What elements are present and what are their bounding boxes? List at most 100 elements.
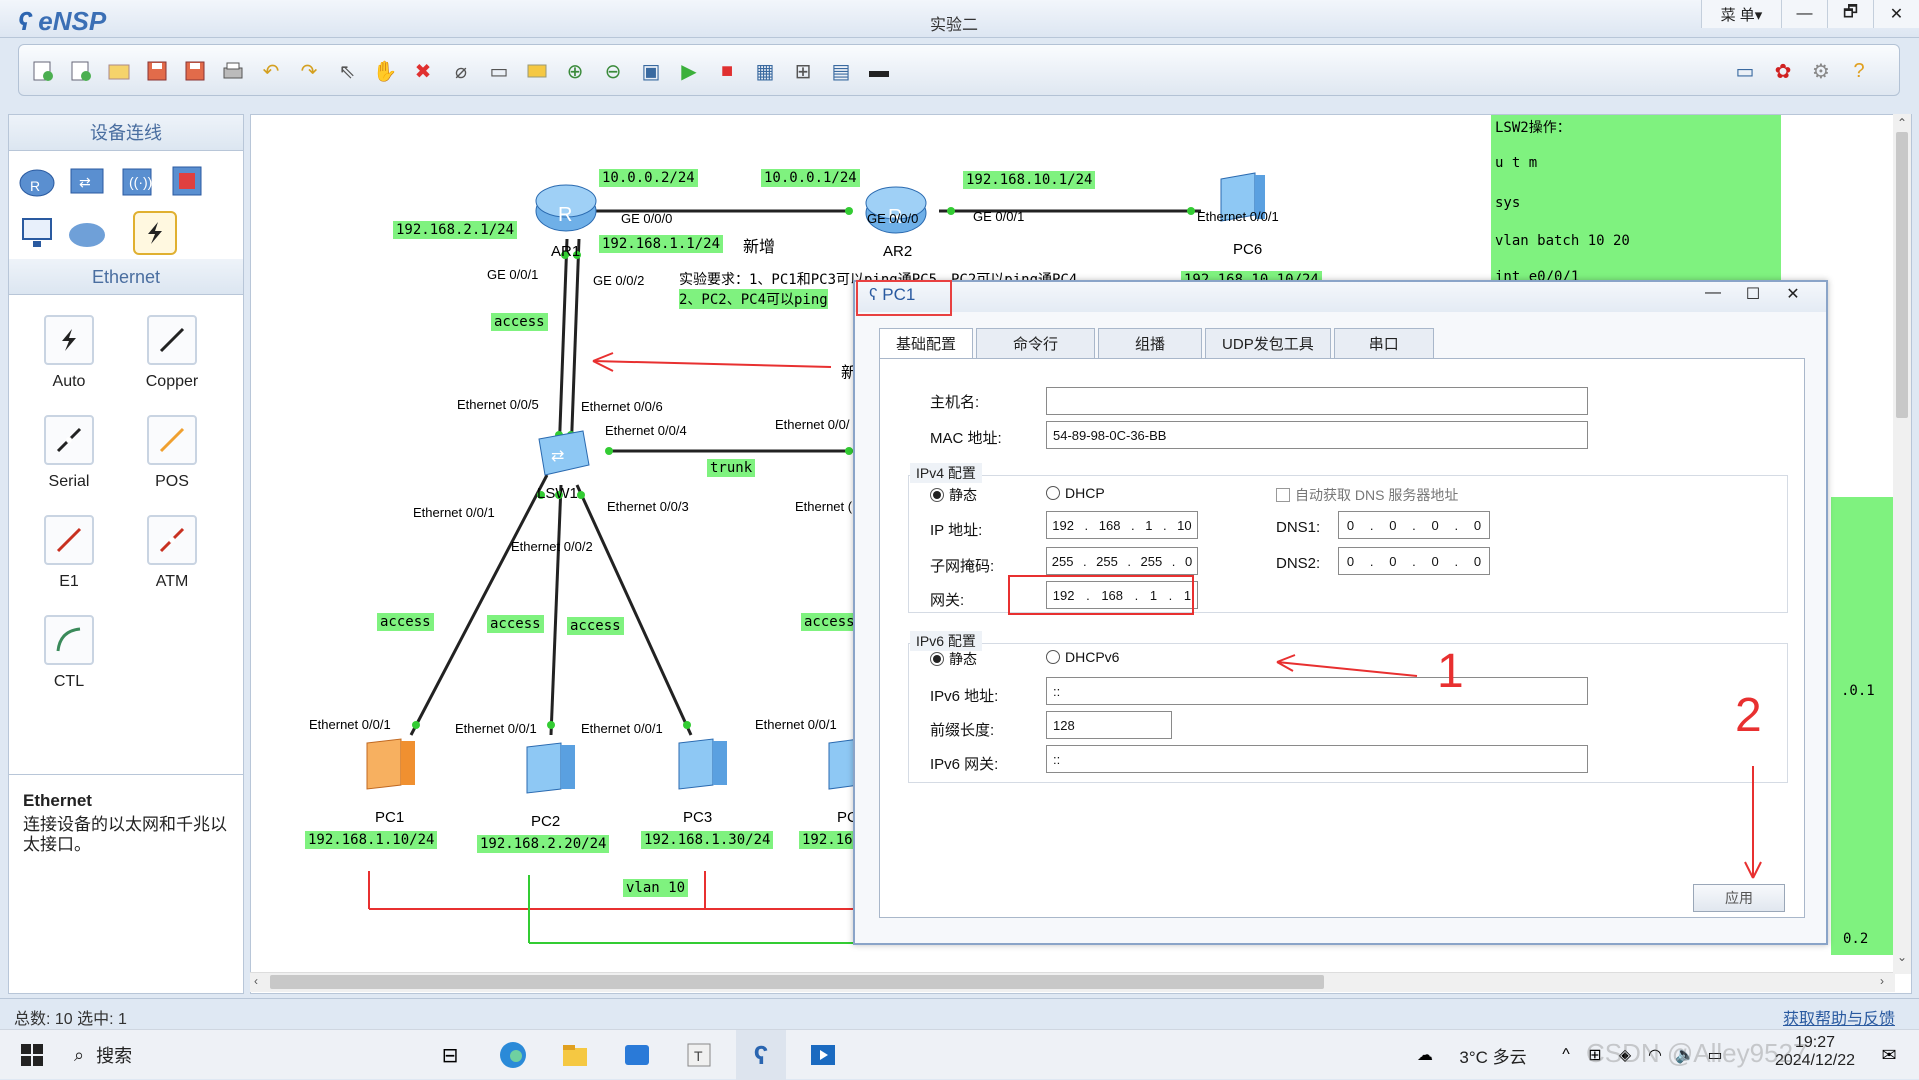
message-icon[interactable]: ▭ xyxy=(1731,57,1759,85)
restore-button[interactable]: 🗗 xyxy=(1827,0,1873,28)
palette-icon[interactable] xyxy=(523,57,551,85)
text-icon[interactable]: ▭ xyxy=(485,57,513,85)
router-category-icon[interactable]: R xyxy=(15,159,59,203)
tray-chevron-icon[interactable]: ^ xyxy=(1556,1030,1576,1080)
firewall-category-icon[interactable] xyxy=(165,159,209,203)
select-pointer-icon[interactable]: ⇖ xyxy=(333,57,361,85)
start-icon[interactable]: ▶ xyxy=(675,57,703,85)
cable-label: Auto xyxy=(52,373,86,390)
ctl-cable-icon xyxy=(44,615,94,665)
close-button[interactable]: ✕ xyxy=(1873,0,1919,28)
menu-button[interactable]: 菜 单▾ xyxy=(1701,0,1781,28)
pc1-node[interactable] xyxy=(357,735,427,804)
console-icon[interactable]: ▬ xyxy=(865,57,893,85)
mode-label: trunk xyxy=(707,459,756,477)
ip-label: 10.0.0.1/24 xyxy=(761,169,860,187)
scroll-down-icon[interactable]: ⌄ xyxy=(1897,950,1907,964)
port-label: Ethernet 0/0/5 xyxy=(457,397,539,412)
cable-copper[interactable]: Copper xyxy=(122,315,222,391)
pc-category-icon[interactable] xyxy=(15,211,59,255)
copper-cable-icon xyxy=(147,315,197,365)
horizontal-scroll-thumb[interactable] xyxy=(270,975,1324,989)
pc1-label: PC1 xyxy=(375,809,405,826)
port-label: GE 0/0/2 xyxy=(593,273,645,288)
open-icon[interactable] xyxy=(105,57,133,85)
router-ar2[interactable]: R xyxy=(861,173,931,244)
settings-icon[interactable]: ⚙ xyxy=(1807,57,1835,85)
atm-cable-icon xyxy=(147,515,197,565)
switch-lsw1[interactable]: ⇄ xyxy=(533,425,593,486)
window-controls: 菜 单▾ — 🗗 ✕ xyxy=(1701,0,1919,30)
cable-ctl[interactable]: CTL xyxy=(19,615,119,691)
port-label: Ethernet ( xyxy=(795,499,853,514)
minimize-button[interactable]: — xyxy=(1781,0,1827,28)
grid-icon[interactable]: ▤ xyxy=(827,57,855,85)
stop-icon[interactable]: ■ xyxy=(713,57,741,85)
new-note: 新增 xyxy=(743,237,776,256)
print-icon[interactable] xyxy=(219,57,247,85)
router-ar1[interactable]: R xyxy=(531,171,601,242)
capture-icon[interactable]: ▦ xyxy=(751,57,779,85)
port-label: GE 0/0/0 xyxy=(867,211,919,226)
zoom-in-icon[interactable]: ⊕ xyxy=(561,57,589,85)
pc6-node[interactable] xyxy=(1211,169,1271,234)
new-example-icon[interactable] xyxy=(67,57,95,85)
help-feedback-link[interactable]: 获取帮助与反馈 xyxy=(1783,1005,1895,1029)
port-label: Ethernet 0/0/1 xyxy=(455,721,537,736)
router-icon: R xyxy=(535,184,597,232)
save-as-icon[interactable] xyxy=(181,57,209,85)
windows-start-icon[interactable] xyxy=(12,1030,52,1080)
cable-label: Copper xyxy=(145,373,199,390)
cloud-category-icon[interactable] xyxy=(65,211,109,255)
task-view-icon[interactable]: ⊟ xyxy=(430,1030,470,1080)
switch-category-icon[interactable]: ⇄ xyxy=(65,159,109,203)
help-icon[interactable]: ? xyxy=(1845,57,1873,85)
pc-icon xyxy=(526,742,575,794)
vertical-scroll-thumb[interactable] xyxy=(1896,132,1908,418)
pc2-node[interactable] xyxy=(517,739,587,808)
taskbar-search[interactable]: ⌕ 搜索 xyxy=(62,1034,418,1076)
scroll-up-icon[interactable]: ⌃ xyxy=(1897,116,1907,130)
zoom-out-icon[interactable]: ⊖ xyxy=(599,57,627,85)
weather-text[interactable]: 3°C 多云 xyxy=(1448,1030,1538,1080)
save-icon[interactable] xyxy=(143,57,171,85)
taskbar: ⌕ 搜索 ⊟ T ʕ ☁ 3°C 多云 ^ ⊞ ◈ ◠ 🔈 ▭ 19:27 202… xyxy=(0,1029,1919,1080)
annotation-arrows xyxy=(1276,654,1762,879)
ensp-taskbar-icon[interactable]: ʕ xyxy=(736,1030,786,1080)
scroll-left-icon[interactable]: ‹ xyxy=(254,974,258,988)
connection-category-icon[interactable] xyxy=(133,211,177,255)
delete-icon[interactable]: ✖ xyxy=(409,57,437,85)
cable-e1[interactable]: E1 xyxy=(19,515,119,591)
wlan-category-icon[interactable]: ((·)) xyxy=(115,159,159,203)
cable-auto[interactable]: Auto xyxy=(19,315,119,391)
fit-icon[interactable]: ▣ xyxy=(637,57,665,85)
photos-app-icon[interactable] xyxy=(614,1030,660,1080)
note-fragment: 0.2 xyxy=(1843,931,1869,947)
description-text: 连接设备的以太网和千兆以太接口。 xyxy=(23,815,227,854)
redo-icon[interactable]: ↷ xyxy=(295,57,323,85)
text-app-icon[interactable]: T xyxy=(676,1030,722,1080)
delete-link-icon[interactable]: ⌀ xyxy=(447,57,475,85)
port-label: GE 0/0/1 xyxy=(487,267,539,282)
file-explorer-icon[interactable] xyxy=(552,1030,598,1080)
port-label: Ethernet 0/0/1 xyxy=(1197,209,1279,224)
undo-icon[interactable]: ↶ xyxy=(257,57,285,85)
video-app-icon[interactable] xyxy=(800,1030,846,1080)
cable-label: CTL xyxy=(53,673,85,690)
pc2-label: PC2 xyxy=(531,813,561,830)
cable-serial[interactable]: Serial xyxy=(19,415,119,491)
pc3-node[interactable] xyxy=(669,735,739,804)
notification-icon[interactable]: ✉ xyxy=(1872,1030,1906,1080)
cable-label: ATM xyxy=(155,573,189,590)
scroll-right-icon[interactable]: › xyxy=(1880,974,1884,988)
note-line: u t m xyxy=(1495,155,1538,171)
edge-browser-icon[interactable] xyxy=(490,1030,536,1080)
topology-icon[interactable]: ⊞ xyxy=(789,57,817,85)
note-line: vlan batch 10 20 xyxy=(1495,233,1630,249)
cable-pos[interactable]: POS xyxy=(122,415,222,491)
huawei-icon[interactable]: ✿ xyxy=(1769,57,1797,85)
ip-label: 192.168.1.30/24 xyxy=(641,831,774,849)
new-topology-icon[interactable] xyxy=(29,57,57,85)
hand-icon[interactable]: ✋ xyxy=(371,57,399,85)
cable-atm[interactable]: ATM xyxy=(122,515,222,591)
